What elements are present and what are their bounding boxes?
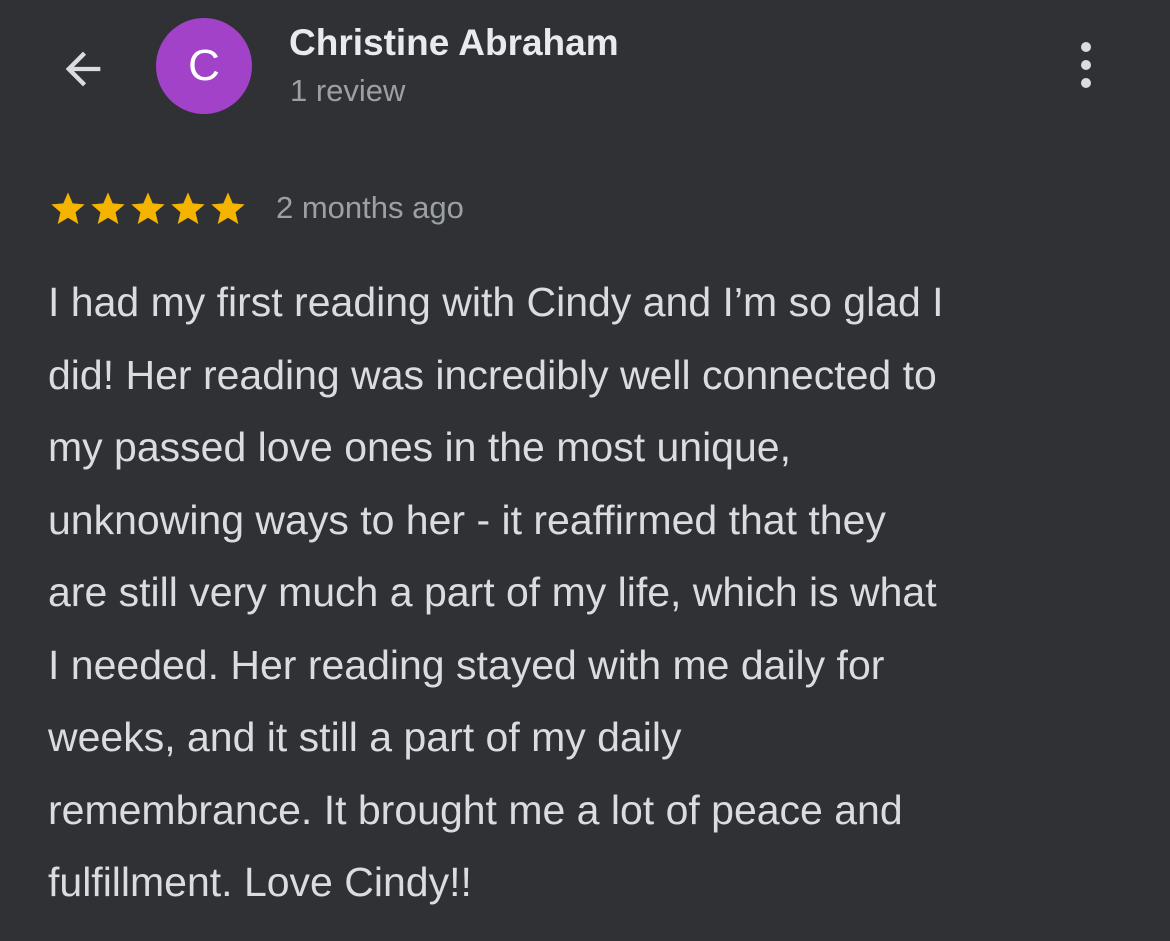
review-text-line: I had my first reading with Cindy and I’… [48,279,944,325]
review-text-line: are still very much a part of my life, w… [48,569,937,615]
more-options-button[interactable] [1062,36,1110,98]
review-text-line: remembrance. It brought me a lot of peac… [48,786,903,833]
arrow-left-icon [65,51,101,87]
star-icon [131,192,165,224]
star-icon [91,192,125,224]
review-text-line: did! Her reading was incredibly well con… [48,351,937,398]
review-text-line: I needed. Her reading stayed with me dai… [48,641,885,688]
more-vert-icon [1081,42,1091,88]
star-icon [211,192,245,224]
star-icon [51,192,85,224]
review-text: I had my first reading with Cindy and I’… [48,266,1138,919]
avatar-initial: C [188,41,220,90]
back-button[interactable] [52,38,114,100]
review-text-line: my passed love ones in the most unique, [48,424,791,470]
review-text-line: unknowing ways to her - it reaffirmed th… [48,496,886,543]
star-icon [171,192,205,224]
review-time: 2 months ago [276,190,464,225]
avatar[interactable]: C [156,18,252,114]
star-rating [48,189,248,229]
review-text-line: weeks, and it still a part of my daily [48,714,682,760]
review-text-line: fulfillment. Love Cindy!! [48,859,472,905]
review-count: 1 review [290,73,406,108]
reviewer-name[interactable]: Christine Abraham [289,22,619,64]
